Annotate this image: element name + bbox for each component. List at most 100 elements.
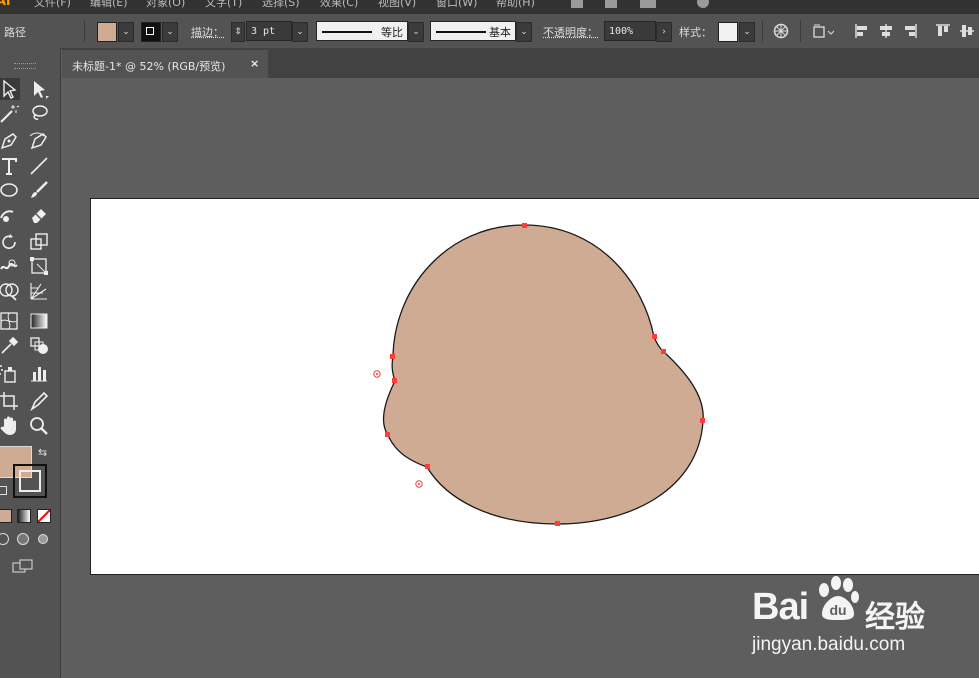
menu-help[interactable]: 帮助(H) (496, 0, 535, 10)
recolor-artwork-icon[interactable] (773, 23, 789, 39)
line-icon[interactable] (28, 155, 50, 177)
brush-label: 基本 (489, 26, 511, 39)
align-left-icon[interactable] (854, 23, 870, 39)
document-tab-bar: 未标题-1* @ 52% (RGB/预览) × (62, 48, 979, 78)
document-tab-title: 未标题-1* @ 52% (RGB/预览) (72, 60, 226, 73)
menu-edit[interactable]: 编辑(E) (90, 0, 128, 10)
none-mode-icon[interactable] (37, 509, 51, 523)
watermark-brand: Bai (752, 586, 809, 628)
style-label: 样式： (679, 26, 712, 39)
tools-panel: ⇆ (0, 48, 61, 678)
menu-type[interactable]: 文字(T) (205, 0, 242, 10)
paintbrush-icon[interactable] (28, 179, 50, 201)
blend-icon[interactable] (28, 335, 50, 357)
menu-object[interactable]: 对象(O) (146, 0, 185, 10)
align-vertical-center-icon[interactable] (959, 23, 975, 39)
screen-mode-icon[interactable] (12, 558, 34, 573)
stroke-stepper[interactable]: ⇕ (231, 22, 245, 42)
zoom-icon[interactable] (28, 415, 50, 437)
align-right-icon[interactable] (902, 23, 918, 39)
baidu-paw-icon: du (819, 576, 859, 620)
svg-text:du: du (829, 602, 846, 618)
mesh-icon[interactable] (0, 310, 20, 332)
graphic-style-swatch[interactable] (718, 22, 738, 42)
panel-grip[interactable] (14, 63, 36, 69)
opacity-label[interactable]: 不透明度： (543, 24, 598, 40)
curvature-icon[interactable] (28, 130, 50, 152)
free-transform-icon[interactable] (28, 255, 50, 277)
variable-width-profile[interactable]: 等比 (316, 21, 408, 41)
stroke-swatch[interactable] (141, 22, 161, 42)
stroke-color-dropdown[interactable]: ⌄ (162, 22, 178, 42)
symbol-sprayer-icon[interactable] (0, 362, 20, 384)
magic-wand-icon[interactable] (0, 103, 20, 125)
pen-icon[interactable] (0, 130, 20, 152)
separator (800, 20, 801, 42)
gradient-mode-icon[interactable] (17, 509, 31, 523)
color-mode-icon[interactable] (0, 509, 12, 523)
separator (84, 20, 85, 42)
warp-icon[interactable] (0, 255, 20, 277)
stock-icon[interactable] (605, 0, 617, 8)
menu-file[interactable]: 文件(F) (34, 0, 71, 10)
fill-dropdown[interactable]: ⌄ (118, 22, 134, 42)
stroke-weight-dropdown[interactable]: ⌄ (292, 22, 308, 42)
align-top-icon[interactable] (935, 23, 951, 39)
menu-bar: Ai 文件(F) 编辑(E) 对象(O) 文字(T) 选择(S) 效果(C) 视… (0, 0, 979, 14)
artboard-canvas (373, 223, 705, 526)
ellipse-icon[interactable] (0, 179, 20, 201)
draw-normal-icon[interactable] (0, 533, 9, 545)
baidu-watermark: Bai du 经验 jingyan.baidu.com (748, 572, 979, 662)
menu-select[interactable]: 选择(S) (262, 0, 300, 10)
default-fill-stroke-icon[interactable] (0, 486, 7, 495)
sync-icon[interactable] (697, 0, 709, 8)
perspective-grid-icon[interactable] (28, 280, 50, 302)
profile-dropdown[interactable]: ⌄ (408, 22, 424, 42)
stroke-weight-input[interactable]: 3 pt (246, 21, 292, 41)
brush-dropdown[interactable]: ⌄ (516, 22, 532, 42)
gradient-icon[interactable] (28, 310, 50, 332)
align-to-icon[interactable] (812, 23, 836, 39)
align-horizontal-center-icon[interactable] (878, 23, 894, 39)
column-graph-icon[interactable] (28, 362, 50, 384)
swap-fill-stroke-icon[interactable]: ⇆ (38, 446, 47, 459)
draw-behind-icon[interactable] (17, 533, 29, 545)
shape-builder-icon[interactable] (0, 280, 20, 302)
brush-definition[interactable]: 基本 (430, 21, 516, 41)
selection-icon[interactable] (0, 78, 20, 100)
type-icon[interactable] (0, 155, 20, 177)
watermark-url: jingyan.baidu.com (752, 634, 906, 655)
hand-icon[interactable] (0, 415, 20, 437)
stroke-label[interactable]: 描边： (191, 24, 224, 40)
artboard[interactable] (90, 198, 979, 575)
direct-selection-icon[interactable] (28, 78, 50, 100)
slice-icon[interactable] (28, 390, 50, 412)
close-tab-icon[interactable]: × (250, 57, 259, 70)
menu-window[interactable]: 窗口(W) (436, 0, 477, 10)
separator (762, 20, 763, 42)
stroke-color-swatch[interactable] (13, 464, 47, 498)
menu-view[interactable]: 视图(V) (378, 0, 416, 10)
eraser-icon[interactable] (28, 203, 50, 225)
draw-inside-icon[interactable] (38, 534, 48, 544)
eyedropper-icon[interactable] (0, 335, 20, 357)
opacity-input[interactable]: 100% (604, 21, 656, 41)
menu-effect[interactable]: 效果(C) (320, 0, 358, 10)
object-type-label: 路径 (4, 26, 26, 39)
graphic-style-dropdown[interactable]: ⌄ (739, 22, 755, 42)
shaper-icon[interactable] (0, 203, 20, 225)
document-tab[interactable]: 未标题-1* @ 52% (RGB/预览) × (62, 50, 268, 78)
app-logo: Ai (0, 0, 11, 9)
control-bar: 路径 ⌄ ⌄ 描边： ⇕ 3 pt ⌄ 等比 ⌄ 基本 ⌄ 不透明度： 100%… (0, 14, 979, 49)
selected-path[interactable] (382, 224, 704, 525)
watermark-brand-cn: 经验 (865, 601, 925, 634)
opacity-dropdown[interactable]: › (656, 22, 672, 42)
fill-swatch[interactable] (97, 22, 117, 42)
artboard-icon[interactable] (0, 390, 20, 412)
rotate-icon[interactable] (0, 231, 20, 253)
scale-icon[interactable] (28, 231, 50, 253)
lasso-icon[interactable] (28, 103, 50, 125)
profile-label: 等比 (381, 26, 403, 39)
arrange-documents-icon[interactable] (640, 0, 656, 8)
bridge-icon[interactable] (571, 0, 583, 8)
